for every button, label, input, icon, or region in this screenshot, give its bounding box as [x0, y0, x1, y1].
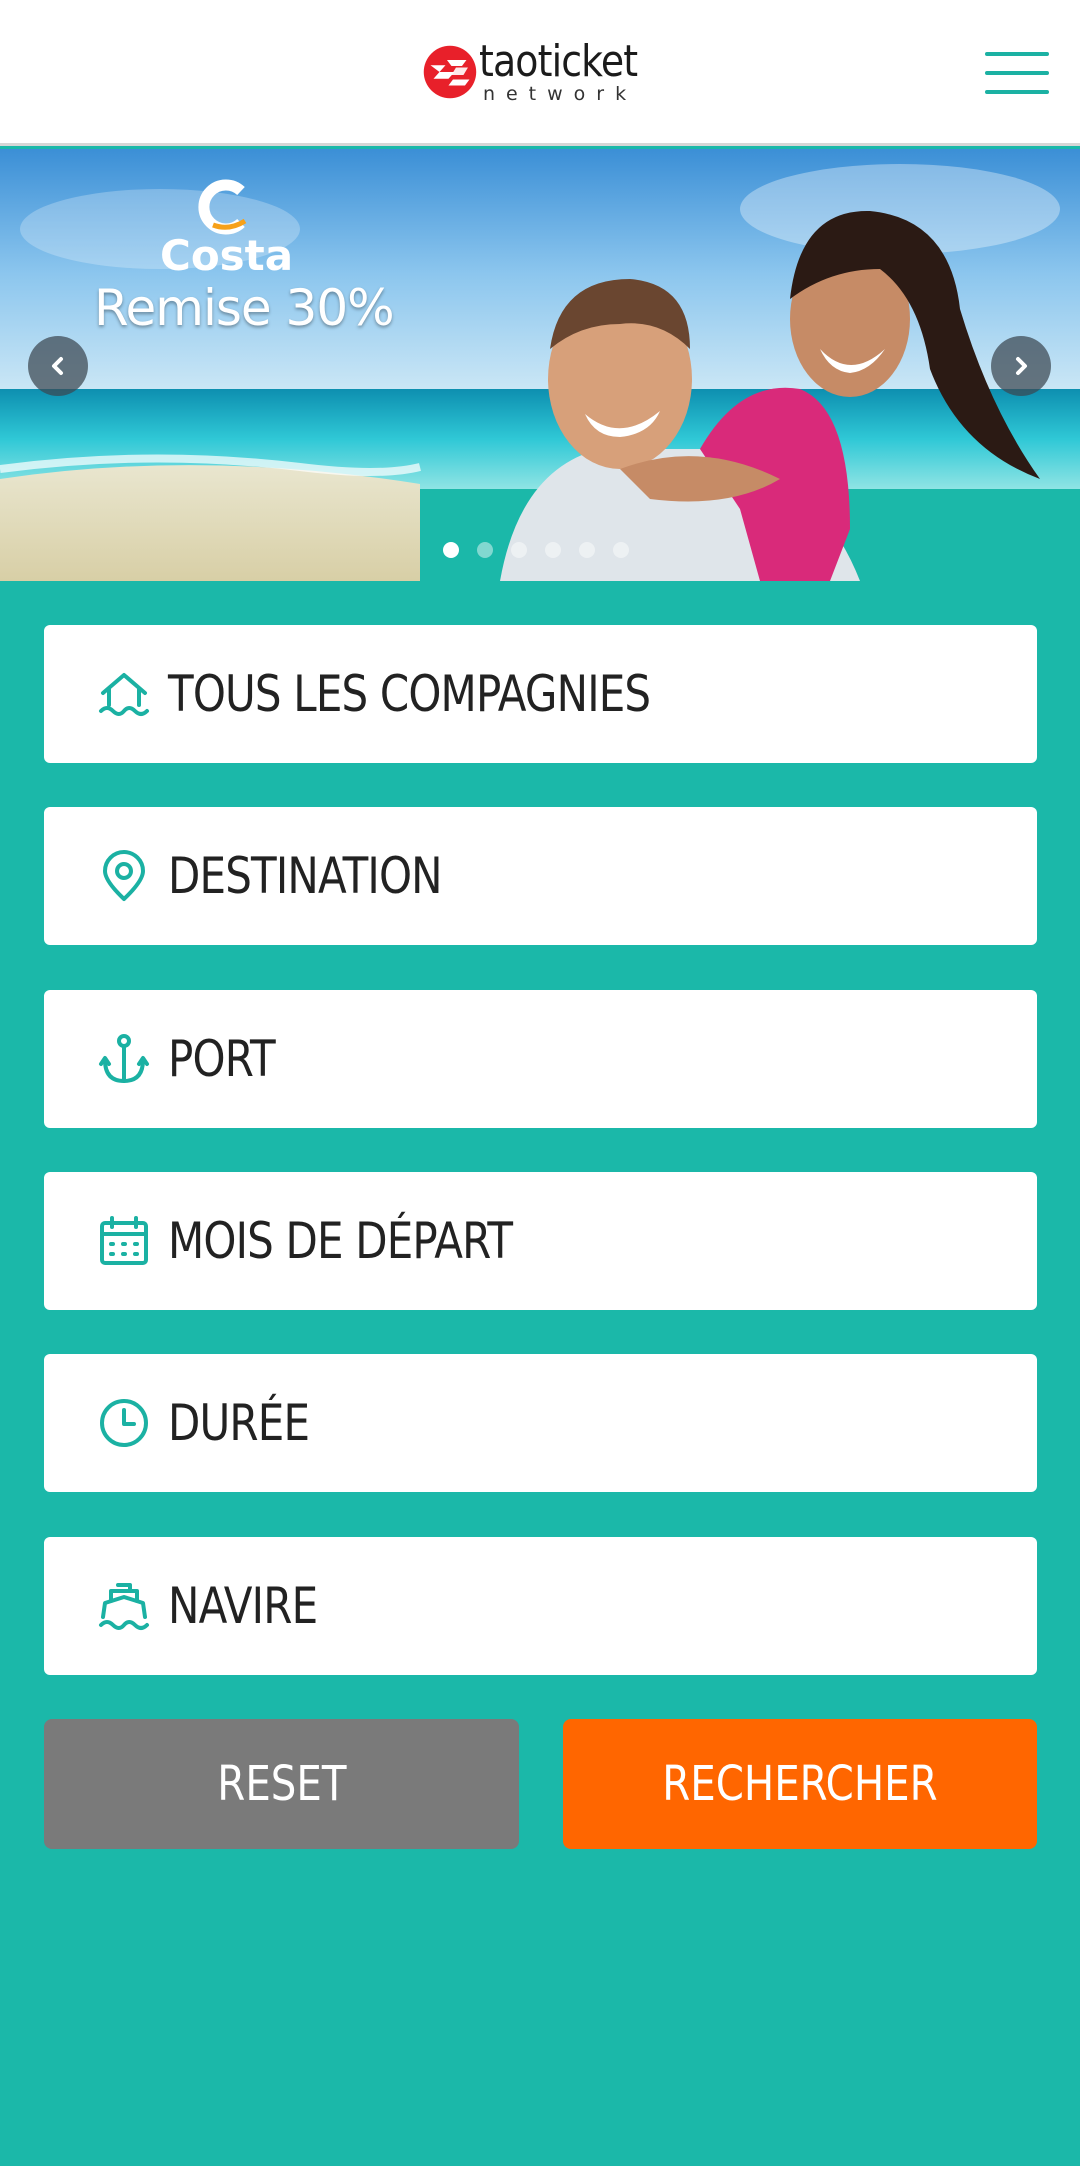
taoticket-logo-icon	[423, 45, 477, 99]
costa-logo-icon	[198, 179, 247, 235]
reset-button-label: RESET	[216, 1756, 347, 1812]
field-label: DURÉE	[168, 1394, 310, 1452]
logo-subtitle: network	[482, 83, 638, 105]
logo-wordmark: taoticket network	[478, 36, 663, 105]
carousel-next-button[interactable]	[991, 336, 1051, 396]
duration-select[interactable]: DURÉE	[44, 1354, 1037, 1492]
field-label: DESTINATION	[168, 847, 443, 905]
search-button[interactable]: RECHERCHER	[563, 1719, 1037, 1849]
taoticket-logo[interactable]: taoticket network	[423, 34, 663, 110]
departure-month-select[interactable]: MOIS DE DÉPART	[44, 1172, 1037, 1310]
carousel-dot[interactable]	[579, 542, 595, 558]
company-house-wave-icon	[96, 666, 152, 722]
chevron-right-icon	[1016, 357, 1027, 375]
destination-select[interactable]: DESTINATION	[44, 807, 1037, 945]
carousel-dot[interactable]	[613, 542, 629, 558]
app-header: taoticket network	[0, 0, 1080, 146]
carousel-indicators	[443, 542, 629, 558]
carousel-prev-button[interactable]	[28, 336, 88, 396]
field-label: PORT	[168, 1030, 276, 1088]
ship-select[interactable]: NAVIRE	[44, 1537, 1037, 1675]
calendar-icon	[96, 1213, 152, 1269]
hamburger-line	[985, 52, 1049, 56]
costa-brand: Costa	[160, 179, 294, 280]
hamburger-menu-button[interactable]	[985, 50, 1049, 96]
promo-text: Remise 30%	[94, 279, 395, 337]
field-label: NAVIRE	[168, 1577, 318, 1635]
reset-button[interactable]: RESET	[44, 1719, 519, 1849]
carousel-dot[interactable]	[545, 542, 561, 558]
port-select[interactable]: PORT	[44, 990, 1037, 1128]
field-label: TOUS LES COMPAGNIES	[168, 665, 651, 723]
chevron-left-icon	[52, 357, 63, 375]
carousel-dot[interactable]	[511, 542, 527, 558]
logo-name: taoticket	[478, 36, 638, 87]
hamburger-line	[985, 71, 1049, 75]
company-select[interactable]: TOUS LES COMPAGNIES	[44, 625, 1037, 763]
field-label: MOIS DE DÉPART	[168, 1212, 513, 1270]
search-button-label: RECHERCHER	[662, 1756, 938, 1812]
carousel-dot[interactable]	[477, 542, 493, 558]
promo-carousel[interactable]: Costa Remise 30%	[0, 149, 1080, 581]
carousel-dot[interactable]	[443, 542, 459, 558]
map-pin-icon	[96, 848, 152, 904]
anchor-icon	[96, 1031, 152, 1087]
hamburger-line	[985, 90, 1049, 94]
clock-icon	[96, 1395, 152, 1451]
ship-icon	[96, 1578, 152, 1634]
brand-name: Costa	[160, 231, 294, 280]
